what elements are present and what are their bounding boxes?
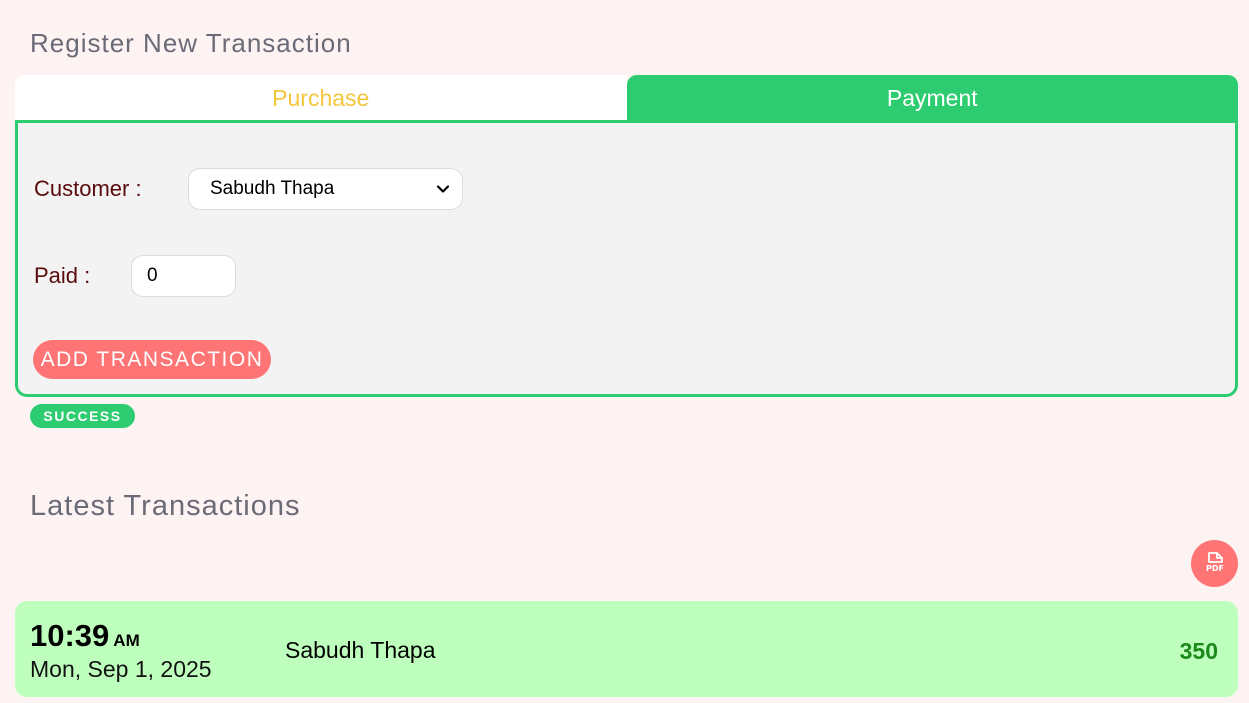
transaction-row[interactable]: 10:39 AM Mon, Sep 1, 2025 Sabudh Thapa 35… [15,601,1238,697]
transaction-date: Mon, Sep 1, 2025 [30,656,212,682]
transaction-time-ampm: AM [113,631,140,650]
page: Register New Transaction Purchase Paymen… [0,0,1249,703]
tab-payment[interactable]: Payment [626,75,1238,122]
tab-purchase[interactable]: Purchase [15,75,627,122]
paid-label: Paid : [34,263,91,288]
export-pdf-button[interactable]: PDF [1191,540,1238,587]
transaction-type-tabs: Purchase Payment [15,75,1238,122]
chevron-down-icon [436,185,450,193]
transaction-form: Customer : Sabudh Thapa Paid : 0 ADD TRA… [15,120,1238,397]
status-badge: SUCCESS [30,404,135,428]
transaction-time: 10:39 AM [30,618,140,654]
transaction-amount: 350 [1179,638,1218,664]
transaction-time-value: 10:39 [30,618,110,653]
transaction-customer: Sabudh Thapa [285,637,436,663]
register-title: Register New Transaction [30,28,352,58]
pdf-file-icon: PDF [1206,551,1224,573]
latest-transactions-title: Latest Transactions [30,490,301,522]
customer-select-value: Sabudh Thapa [210,178,335,199]
paid-input[interactable]: 0 [131,255,236,297]
customer-label: Customer : [34,176,142,201]
pdf-icon-text: PDF [1206,564,1224,573]
customer-select[interactable]: Sabudh Thapa [188,168,463,210]
add-transaction-button[interactable]: ADD TRANSACTION [33,340,271,379]
